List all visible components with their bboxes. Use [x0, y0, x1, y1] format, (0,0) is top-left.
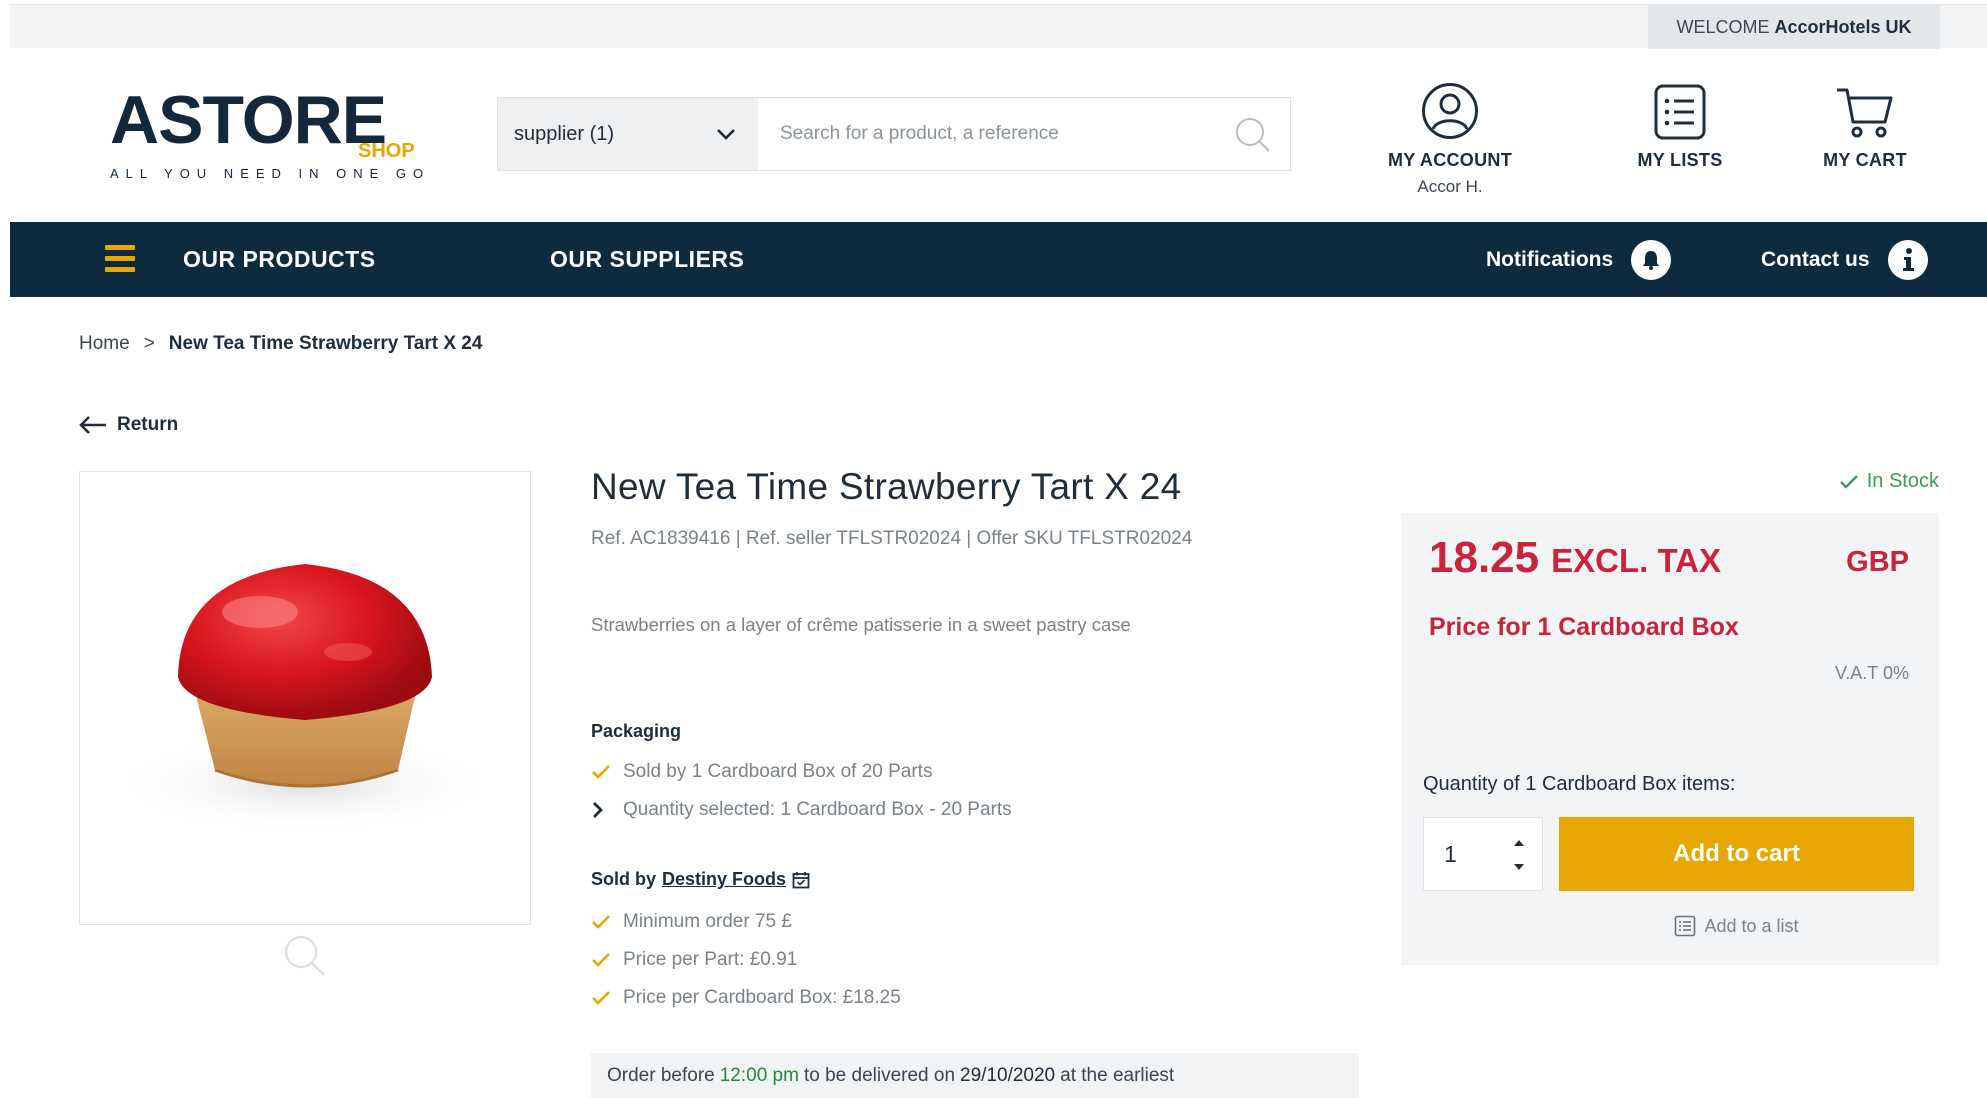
stock-label: In Stock: [1866, 470, 1939, 492]
delivery-prefix: Order before: [607, 1064, 715, 1086]
price: 18.25 EXCL. TAX: [1429, 533, 1721, 583]
price-panel: 18.25 EXCL. TAX GBP Price for 1 Cardboar…: [1401, 513, 1939, 965]
packaging-heading: Packaging: [591, 721, 682, 741]
return-label: Return: [117, 414, 179, 435]
vat-rate: V.A.T 0%: [1834, 663, 1909, 683]
minimum-order-text: Minimum order 75 £: [623, 911, 792, 932]
search-bar: supplier (1): [497, 97, 1291, 171]
quantity-stepper: [1423, 817, 1543, 891]
strawberry-tart-image: [115, 564, 495, 832]
notifications-button[interactable]: Notifications: [1486, 222, 1672, 297]
arrow-left-icon: [79, 416, 106, 434]
chevron-down-icon: [717, 129, 735, 140]
logo-tagline: ALL YOU NEED IN ONE GO: [110, 166, 431, 181]
astore-logo[interactable]: ASTORE SHOP ALL YOU NEED IN ONE GO: [110, 80, 430, 190]
price-per-box: Price per Cardboard Box: £18.25: [591, 987, 901, 1009]
check-icon: [592, 953, 610, 967]
add-to-list-label: Add to a list: [1704, 915, 1799, 936]
delivery-suffix: at the earliest: [1060, 1064, 1175, 1086]
welcome-banner: WELCOME AccorHotels UK: [1648, 5, 1940, 49]
check-icon: [592, 915, 610, 929]
my-lists-label: MY LISTS: [1637, 150, 1723, 170]
quantity-increase-icon[interactable]: [1510, 834, 1528, 852]
product-description: Strawberries on a layer of crême patisse…: [591, 614, 1131, 635]
supplier-label: supplier (1): [514, 122, 615, 145]
packaging-sold-by-text: Sold by 1 Cardboard Box of 20 Parts: [623, 761, 933, 782]
price-for-unit: Price for 1 Cardboard Box: [1429, 613, 1739, 641]
cart-icon: [1837, 88, 1893, 138]
seller-link[interactable]: Destiny Foods: [662, 869, 786, 890]
contact-us-label: Contact us: [1761, 247, 1870, 271]
my-cart-button[interactable]: MY CART: [1810, 74, 1920, 171]
price-per-box-text: Price per Cardboard Box: £18.25: [623, 987, 901, 1008]
top-bar: WELCOME AccorHotels UK: [10, 4, 1987, 49]
welcome-prefix: WELCOME: [1676, 16, 1770, 37]
quantity-decrease-icon[interactable]: [1510, 858, 1528, 876]
search-input[interactable]: [758, 98, 1290, 170]
my-account-button[interactable]: MY ACCOUNT Accor H.: [1380, 74, 1520, 197]
user-icon: [1422, 83, 1478, 139]
breadcrumb-current: New Tea Time Strawberry Tart X 24: [168, 333, 483, 354]
product-title: New Tea Time Strawberry Tart X 24: [591, 466, 1182, 507]
breadcrumb-separator: >: [143, 333, 155, 354]
packaging-quantity: Quantity selected: 1 Cardboard Box - 20 …: [591, 799, 1012, 821]
supplier-dropdown[interactable]: supplier (1): [498, 98, 758, 170]
price-value: 18.25: [1429, 533, 1540, 582]
add-to-cart-button[interactable]: Add to cart: [1559, 817, 1914, 891]
nav-our-products[interactable]: OUR PRODUCTS: [183, 222, 376, 297]
product-image[interactable]: [79, 471, 531, 925]
list-icon: [1675, 915, 1696, 937]
packaging-quantity-text: Quantity selected: 1 Cardboard Box - 20 …: [623, 799, 1012, 820]
zoom-icon[interactable]: [283, 934, 327, 978]
add-to-list-button[interactable]: Add to a list: [1559, 915, 1914, 937]
price-per-part: Price per Part: £0.91: [591, 949, 797, 971]
logo-shop: SHOP: [358, 140, 415, 162]
quantity-input[interactable]: [1424, 818, 1504, 890]
product-references: Ref. AC1839416 | Ref. seller TFLSTR02024…: [591, 528, 1193, 549]
chevron-right-icon: [593, 802, 603, 818]
bell-icon: [1631, 239, 1672, 280]
search-icon[interactable]: [1234, 116, 1272, 154]
currency-code: GBP: [1846, 546, 1909, 578]
quantity-label: Quantity of 1 Cardboard Box items:: [1423, 773, 1736, 795]
info-icon: [1887, 239, 1928, 280]
delivery-date: 29/10/2020: [960, 1064, 1056, 1086]
return-button[interactable]: Return: [79, 414, 178, 436]
account-user-name: Accor H.: [1417, 177, 1483, 196]
price-per-part-text: Price per Part: £0.91: [623, 949, 798, 970]
minimum-order: Minimum order 75 £: [591, 911, 792, 933]
notifications-label: Notifications: [1486, 247, 1614, 271]
my-cart-label: MY CART: [1823, 150, 1907, 170]
check-icon: [592, 765, 610, 779]
breadcrumb: Home > New Tea Time Strawberry Tart X 24: [79, 333, 482, 355]
delivery-time: 12:00 pm: [719, 1064, 799, 1086]
delivery-notice: Order before 12:00 pm to be delivered on…: [591, 1053, 1359, 1098]
sold-by-label: Sold by: [591, 869, 657, 889]
stock-status: In Stock: [1839, 470, 1939, 493]
welcome-name: AccorHotels UK: [1774, 16, 1912, 37]
nav-our-suppliers[interactable]: OUR SUPPLIERS: [550, 222, 744, 297]
my-account-label: MY ACCOUNT: [1388, 150, 1512, 170]
price-tax-label: EXCL. TAX: [1551, 542, 1722, 579]
sold-by-heading: Sold by Destiny Foods: [591, 869, 810, 890]
list-icon: [1654, 84, 1706, 140]
breadcrumb-home[interactable]: Home: [79, 333, 130, 355]
delivery-middle: to be delivered on: [803, 1064, 956, 1086]
logo-main: ASTORE: [110, 82, 387, 158]
main-nav: OUR PRODUCTS OUR SUPPLIERS Notifications…: [10, 222, 1987, 297]
calendar-icon[interactable]: [792, 871, 810, 889]
check-icon: [592, 991, 610, 1005]
my-lists-button[interactable]: MY LISTS: [1620, 74, 1740, 171]
packaging-sold-by: Sold by 1 Cardboard Box of 20 Parts: [591, 761, 932, 783]
contact-us-button[interactable]: Contact us: [1761, 222, 1928, 297]
hamburger-menu-icon[interactable]: [105, 245, 135, 273]
check-icon: [1839, 474, 1858, 489]
